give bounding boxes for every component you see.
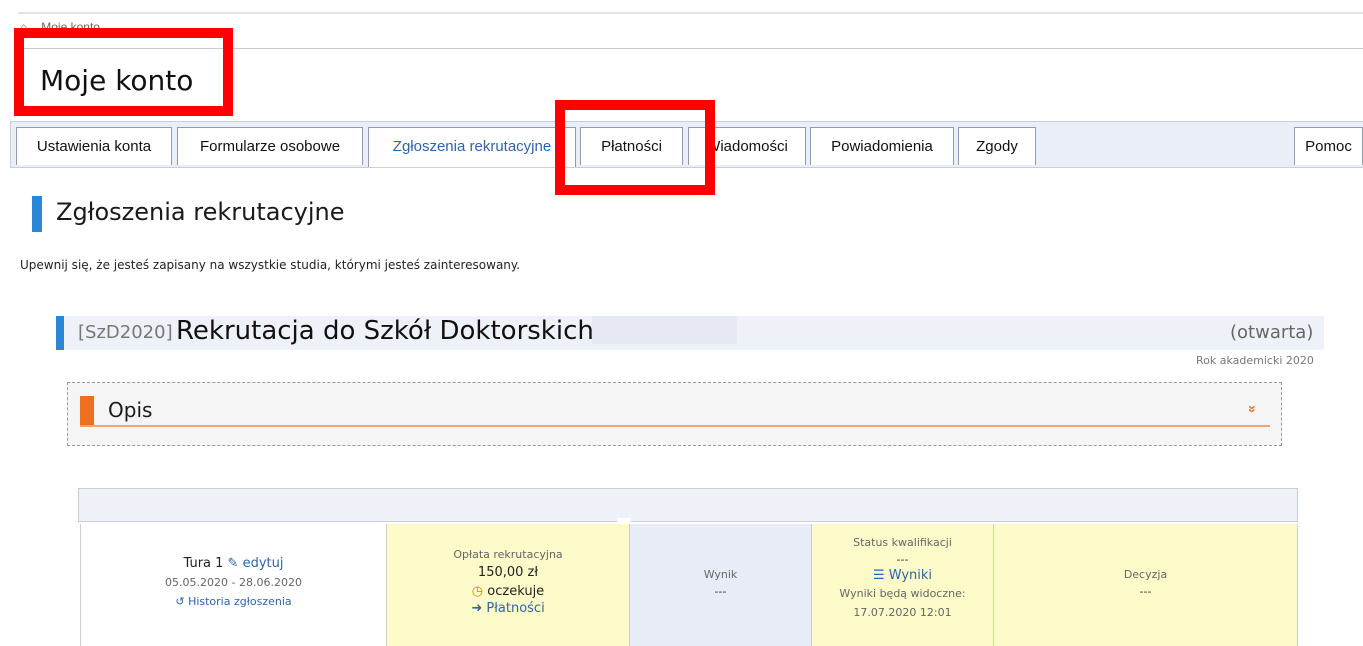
recruitment-accent-bar (56, 316, 64, 350)
history-link[interactable]: Historia zgłoszenia (188, 595, 292, 608)
tab-consents[interactable]: Zgody (958, 127, 1036, 165)
cell-tura: Tura 1 ✎ edytuj 05.05.2020 - 28.06.2020 … (80, 524, 386, 646)
cell-decision: Decyzja --- (993, 524, 1298, 646)
section-accent-bar (32, 196, 42, 232)
history-icon[interactable]: ↺ (175, 595, 184, 608)
results-link[interactable]: Wyniki (889, 568, 932, 583)
section-hint: Upewnij się, że jesteś zapisany na wszys… (20, 258, 521, 272)
payments-link[interactable]: Płatności (486, 601, 544, 616)
fee-state: oczekuje (487, 584, 545, 599)
clock-icon: ◷ (471, 584, 484, 599)
result-label: Wynik (703, 568, 738, 581)
fee-amount: 150,00 zł (477, 565, 539, 580)
cell-result: Wynik --- (629, 524, 811, 646)
annotation-box-payments-tab (555, 100, 715, 195)
recruitment-code: [SzD2020] (78, 322, 173, 343)
opis-panel[interactable] (67, 382, 1282, 446)
arrow-right-icon[interactable]: ➜ (471, 601, 482, 616)
tura-dates: 05.05.2020 - 28.06.2020 (165, 576, 302, 589)
redacted-block (592, 316, 737, 344)
tab-personal-forms[interactable]: Formularze osobowe (177, 127, 363, 165)
fee-label: Opłata rekrutacyjna (453, 548, 563, 561)
cell-qualification: Status kwalifikacji --- ☰ Wyniki Wyniki … (811, 524, 993, 646)
tab-recruitment-applications[interactable]: Zgłoszenia rekrutacyjne (368, 127, 576, 167)
annotation-box-title (14, 28, 233, 116)
edit-icon[interactable]: ✎ (228, 556, 239, 571)
tab-help[interactable]: Pomoc (1294, 127, 1363, 165)
opis-title[interactable]: Opis (108, 398, 152, 422)
decision-label: Decyzja (1123, 568, 1168, 581)
visible-note: Wyniki będą widoczne: (839, 587, 966, 600)
recruitment-name: Rekrutacja do Szkół Doktorskich (176, 316, 594, 346)
cell-fee: Opłata rekrutacyjna 150,00 zł ◷ oczekuje… (386, 524, 629, 646)
section-title: Zgłoszenia rekrutacyjne (56, 198, 345, 226)
qualification-label: Status kwalifikacji (853, 536, 952, 549)
chevron-down-icon[interactable]: » (1245, 405, 1261, 411)
academic-year: Rok akademicki 2020 (1196, 354, 1314, 367)
decision-value: --- (1139, 585, 1152, 598)
visible-date: 17.07.2020 12:01 (853, 606, 952, 619)
table-header (78, 488, 1298, 522)
qualification-value: --- (896, 553, 909, 566)
result-value: --- (714, 585, 727, 598)
opis-underline (80, 425, 1270, 427)
list-icon[interactable]: ☰ (873, 568, 885, 583)
opis-accent-bar (80, 396, 94, 426)
recruitment-status: (otwarta) (1230, 322, 1314, 343)
edit-link[interactable]: edytuj (243, 556, 284, 571)
top-border (18, 12, 1363, 14)
tab-notifications[interactable]: Powiadomienia (810, 127, 954, 165)
tura-label: Tura 1 (183, 556, 224, 571)
tab-account-settings[interactable]: Ustawienia konta (16, 127, 172, 165)
